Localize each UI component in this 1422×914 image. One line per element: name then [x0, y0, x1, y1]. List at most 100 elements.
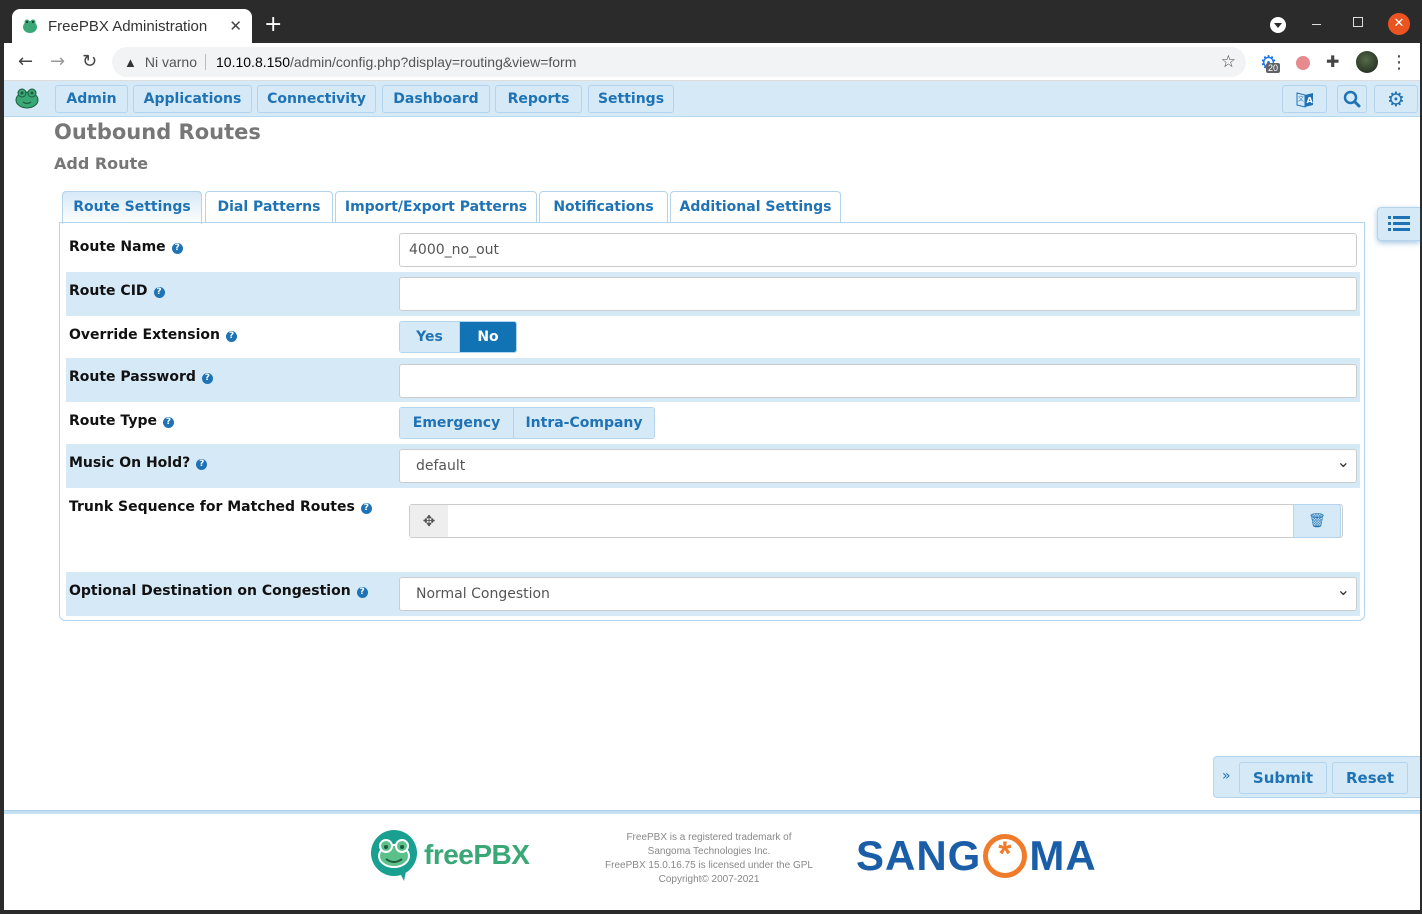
browser-menu-icon[interactable]: ⋮ — [1390, 52, 1408, 73]
freepbx-frog-icon — [371, 830, 417, 881]
override-extension-toggle: Yes No — [399, 321, 517, 353]
footer-line-2: Sangoma Technologies Inc. — [647, 846, 771, 857]
delete-trunk-button[interactable]: 🗑 — [1293, 504, 1341, 538]
tab-notifications[interactable]: Notifications — [539, 191, 668, 223]
title-bar: FreePBX Administration ✕ + ✕ — [4, 0, 1420, 43]
sangoma-asterisk-icon: * — [983, 834, 1028, 878]
route-cid-row: Route CID? — [66, 272, 1360, 316]
route-cid-label-text: Route CID — [69, 283, 148, 299]
back-icon[interactable]: ← — [18, 51, 33, 72]
music-on-hold-label-text: Music On Hold? — [69, 455, 191, 471]
extension-badge: 20 — [1266, 63, 1281, 73]
route-name-label-text: Route Name — [69, 239, 166, 255]
music-on-hold-label: Music On Hold?? — [69, 455, 208, 471]
nav-settings[interactable]: Settings — [588, 85, 674, 113]
freepbx-footer-logo[interactable]: freePBX — [370, 829, 530, 881]
route-type-label: Route Type? — [69, 413, 174, 429]
route-type-emergency[interactable]: Emergency — [400, 408, 513, 438]
override-yes-option[interactable]: Yes — [400, 322, 459, 352]
route-name-label: Route Name? — [69, 239, 183, 255]
browser-toolbar: ← → ↻ ▲ Ni varno 10.10.8.150/admin/confi… — [4, 43, 1420, 81]
collapse-actionbar-icon[interactable]: » — [1222, 768, 1231, 784]
freepbx-logo-icon[interactable] — [15, 87, 39, 109]
music-on-hold-select[interactable]: default — [399, 446, 1357, 483]
search-icon — [1343, 90, 1361, 108]
extensions-puzzle-icon[interactable]: ✚ — [1326, 52, 1339, 71]
settings-button[interactable]: ⚙ — [1374, 85, 1418, 113]
nav-admin[interactable]: Admin — [55, 85, 128, 113]
sangoma-logo-right: MA — [1029, 832, 1097, 879]
help-icon[interactable]: ? — [196, 459, 208, 470]
help-icon[interactable]: ? — [201, 373, 213, 384]
route-password-label-text: Route Password — [69, 369, 196, 385]
forward-icon[interactable]: → — [50, 51, 65, 72]
override-extension-row: Override Extension? Yes No — [66, 316, 1360, 358]
tab-route-settings[interactable]: Route Settings — [62, 191, 202, 224]
freepbx-navbar: Admin Applications Connectivity Dashboar… — [4, 81, 1420, 117]
close-window-button[interactable]: ✕ — [1388, 13, 1410, 35]
reload-icon[interactable]: ↻ — [82, 51, 97, 72]
close-tab-icon[interactable]: ✕ — [229, 17, 242, 35]
browser-tab[interactable]: FreePBX Administration ✕ — [12, 9, 252, 43]
trunk-select[interactable]: ✥ ⌄ — [409, 504, 1343, 538]
nav-applications[interactable]: Applications — [133, 85, 252, 113]
route-type-row: Route Type? Emergency Intra-Company — [66, 402, 1360, 444]
congestion-destination-label-text: Optional Destination on Congestion — [69, 583, 351, 599]
override-no-option[interactable]: No — [459, 322, 516, 352]
sangoma-logo-left: SANG — [856, 832, 982, 879]
help-icon[interactable]: ? — [171, 243, 183, 254]
nav-dashboard[interactable]: Dashboard — [382, 85, 490, 113]
route-cid-input[interactable] — [399, 277, 1357, 311]
extension-record-icon[interactable] — [1296, 56, 1310, 70]
profile-avatar[interactable] — [1356, 51, 1378, 73]
address-bar[interactable]: ▲ Ni varno 10.10.8.150/admin/config.php?… — [112, 47, 1246, 77]
footer-line-3: FreePBX 15.0.16.75 is licensed under the… — [605, 860, 813, 871]
tab-additional-settings[interactable]: Additional Settings — [670, 191, 841, 223]
congestion-destination-label: Optional Destination on Congestion? — [69, 583, 368, 599]
override-extension-label: Override Extension? — [69, 327, 237, 343]
nav-reports[interactable]: Reports — [495, 85, 582, 113]
sangoma-logo[interactable]: SANG * MA — [856, 832, 1097, 880]
help-icon[interactable]: ? — [162, 417, 174, 428]
action-bar: » Submit Reset — [1213, 756, 1420, 798]
route-password-input[interactable] — [399, 364, 1357, 398]
route-type-intra-company[interactable]: Intra-Company — [513, 408, 654, 438]
route-name-input[interactable]: 4000_no_out — [399, 233, 1357, 267]
new-tab-button[interactable]: + — [264, 13, 282, 37]
maximize-button[interactable] — [1353, 17, 1363, 27]
trunk-sequence-label-text: Trunk Sequence for Matched Routes — [69, 499, 355, 515]
help-icon[interactable]: ? — [356, 587, 368, 598]
minimize-button[interactable] — [1312, 24, 1321, 25]
security-label[interactable]: Ni varno — [145, 54, 207, 70]
freepbx-logo-text: freePBX — [424, 839, 530, 870]
url-path: /admin/config.php?display=routing&view=f… — [289, 54, 577, 70]
congestion-destination-row: Optional Destination on Congestion? Norm… — [66, 572, 1360, 616]
translate-icon: A文 — [1296, 92, 1313, 108]
bookmark-star-icon[interactable]: ☆ — [1221, 52, 1236, 72]
footer-divider — [4, 810, 1420, 814]
submit-button[interactable]: Submit — [1239, 762, 1327, 794]
language-button[interactable]: A文 — [1282, 85, 1327, 113]
tab-title: FreePBX Administration — [48, 17, 208, 35]
congestion-destination-select[interactable]: Normal Congestion — [399, 574, 1357, 611]
nav-connectivity[interactable]: Connectivity — [257, 85, 376, 113]
help-icon[interactable]: ? — [226, 331, 237, 342]
browser-window: FreePBX Administration ✕ + ✕ ← → ↻ ▲ Ni … — [4, 0, 1420, 910]
footer-line-4: Copyright© 2007-2021 — [658, 874, 760, 885]
help-icon[interactable]: ? — [153, 287, 165, 298]
tab-import-export-patterns[interactable]: Import/Export Patterns — [335, 191, 537, 223]
help-icon[interactable]: ? — [360, 503, 372, 514]
url-host: 10.10.8.150 — [216, 54, 290, 70]
route-cid-label: Route CID? — [69, 283, 165, 299]
gear-icon: ⚙ — [1387, 87, 1405, 111]
tab-dial-patterns[interactable]: Dial Patterns — [205, 191, 333, 223]
reset-button[interactable]: Reset — [1332, 762, 1408, 794]
tab-search-icon[interactable] — [1270, 17, 1286, 33]
trash-icon: 🗑 — [1308, 513, 1326, 529]
sidebar-toggle-button[interactable] — [1377, 207, 1420, 241]
drag-handle-icon[interactable]: ✥ — [410, 505, 448, 537]
svg-text:文: 文 — [1298, 95, 1304, 103]
search-button[interactable] — [1337, 85, 1367, 113]
warning-icon[interactable]: ▲ — [124, 55, 137, 70]
footer-legal-text: FreePBX is a registered trademark of San… — [594, 831, 824, 887]
